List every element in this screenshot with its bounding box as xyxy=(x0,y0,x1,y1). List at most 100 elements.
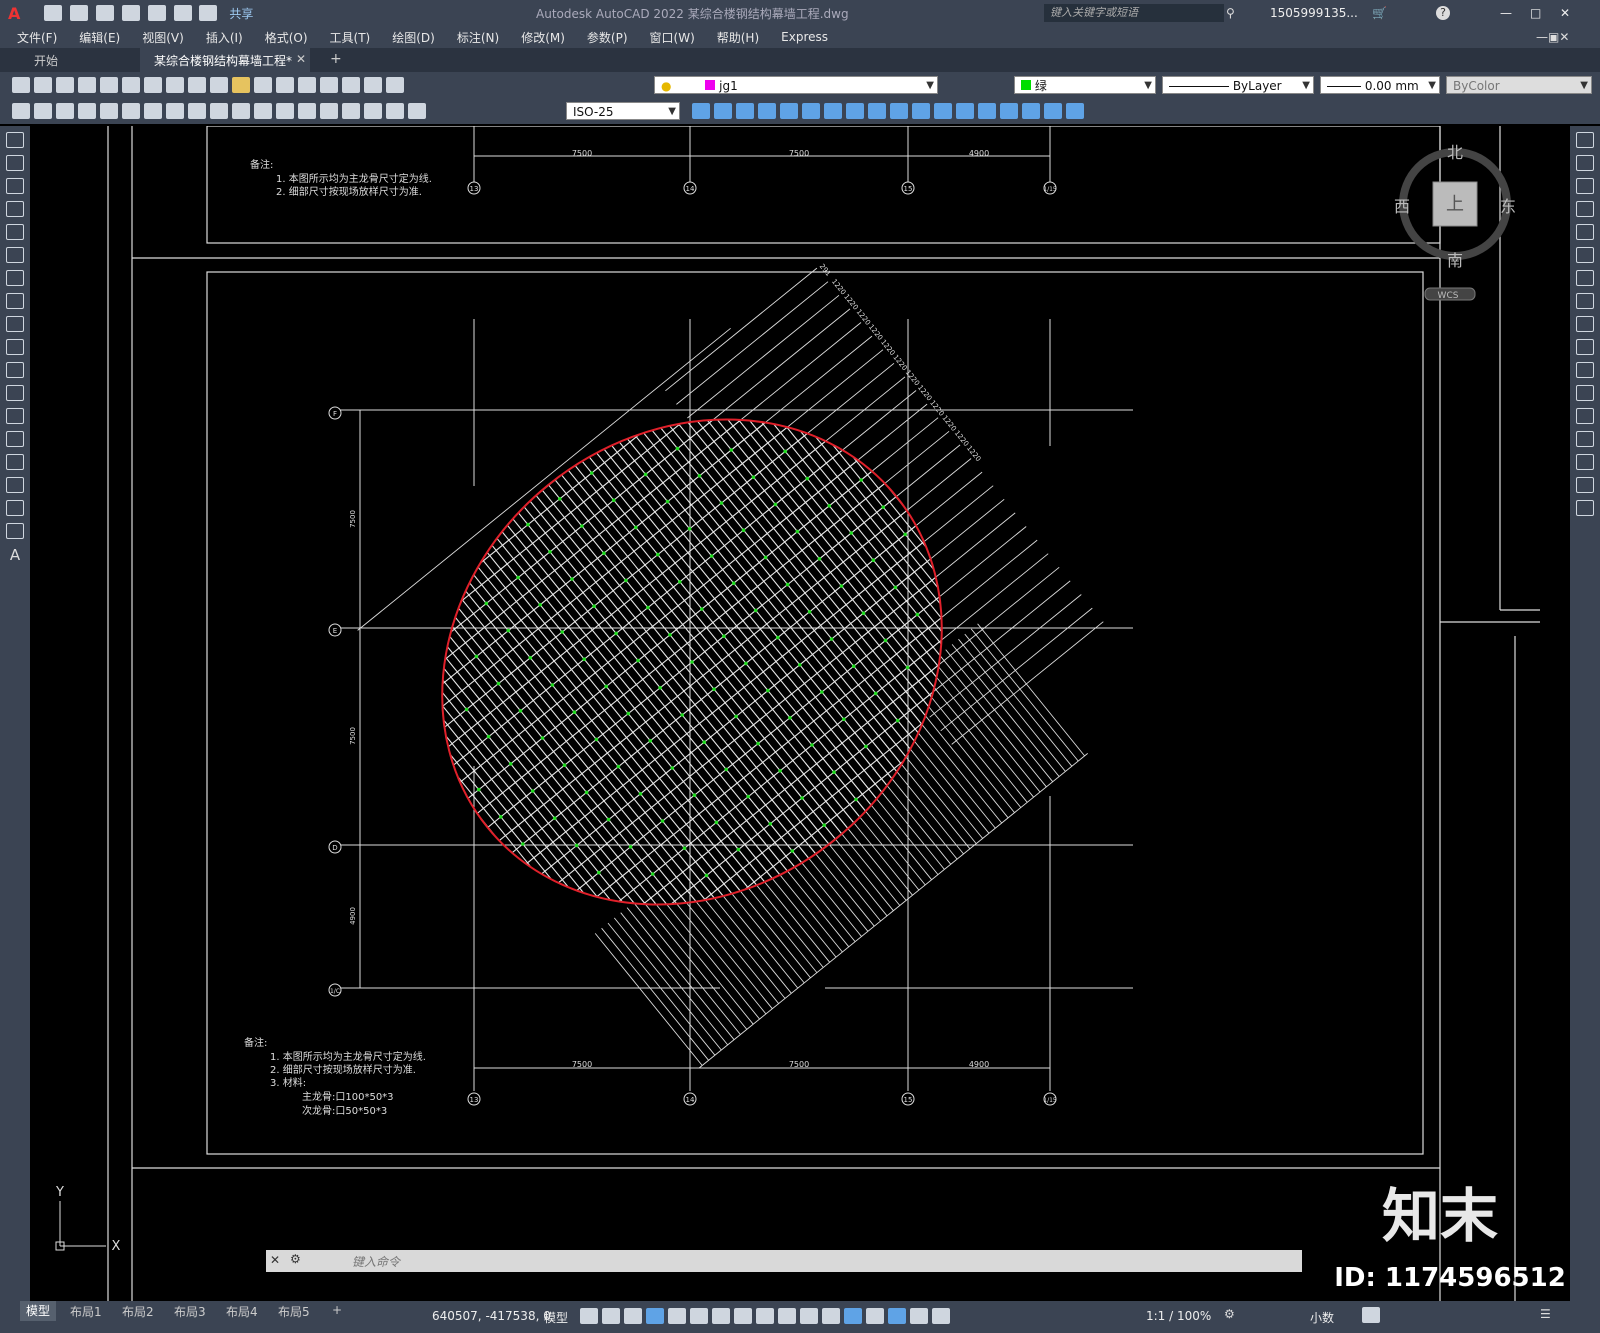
coordinates[interactable]: 640507, -417538, 0 xyxy=(432,1309,551,1323)
3dosnap-icon[interactable] xyxy=(822,1308,840,1324)
lineweight-dropdown[interactable]: 0.00 mm ▼ xyxy=(1320,76,1440,94)
workspace-icon[interactable]: ⚙ xyxy=(1224,1307,1235,1321)
chamfer-icon[interactable] xyxy=(978,103,996,119)
user-name[interactable]: 1505999135... xyxy=(1270,6,1358,20)
tool-palettes-icon[interactable] xyxy=(342,77,360,93)
selection-filter-icon[interactable] xyxy=(866,1308,884,1324)
layer-dropdown[interactable]: ● jg1 ▼ xyxy=(654,76,938,94)
menu-window[interactable]: 窗口(W) xyxy=(650,29,695,46)
gizmo-icon[interactable] xyxy=(888,1308,906,1324)
auto-scale-icon[interactable] xyxy=(932,1308,950,1324)
dim-break-icon[interactable] xyxy=(276,103,294,119)
add-layout-button[interactable]: + xyxy=(332,1303,342,1317)
viewcube[interactable] xyxy=(1399,148,1511,301)
matchprop-icon[interactable] xyxy=(210,77,228,93)
menu-tools[interactable]: 工具(T) xyxy=(330,29,371,46)
open-file-icon[interactable] xyxy=(34,77,52,93)
close-tab-icon[interactable]: ✕ xyxy=(296,52,306,66)
region-icon[interactable] xyxy=(6,500,24,516)
maximize-button[interactable]: □ xyxy=(1530,6,1541,20)
command-close-icon[interactable]: ✕ xyxy=(270,1253,280,1267)
drawing-canvas[interactable]: 7500 7500 4900 13 14 15 1/15 备注: 1. 本图所示… xyxy=(30,126,1570,1301)
restore-down-icon[interactable]: —▣✕ xyxy=(1536,30,1569,44)
polygon-icon[interactable] xyxy=(6,201,24,217)
layout-tab-1[interactable]: 布局1 xyxy=(70,1303,102,1320)
infer-icon[interactable] xyxy=(624,1308,642,1324)
quick-properties-icon[interactable] xyxy=(1362,1307,1380,1323)
dim-continue-icon[interactable] xyxy=(232,103,250,119)
open-icon[interactable] xyxy=(70,5,89,21)
snap-icon[interactable] xyxy=(602,1308,620,1324)
new-tab-button[interactable]: + xyxy=(330,51,342,67)
offset-icon[interactable] xyxy=(758,103,776,119)
polyline-icon[interactable] xyxy=(6,178,24,194)
new-icon[interactable] xyxy=(44,5,63,21)
dim-ordinate-icon[interactable] xyxy=(78,103,96,119)
fillet-side-icon[interactable] xyxy=(1576,454,1594,470)
center-mark-icon[interactable] xyxy=(320,103,338,119)
save-file-icon[interactable] xyxy=(56,77,74,93)
dim-angular-icon[interactable] xyxy=(166,103,184,119)
viewcube-west[interactable]: 西 xyxy=(1394,197,1410,216)
join-side-icon[interactable] xyxy=(1576,408,1594,424)
command-customize-icon[interactable]: ⚙ xyxy=(290,1252,301,1266)
layout-tab-2[interactable]: 布局2 xyxy=(122,1303,154,1320)
viewcube-north[interactable]: 北 xyxy=(1447,143,1463,162)
explode-icon[interactable] xyxy=(1022,103,1040,119)
rotate-icon[interactable] xyxy=(824,103,842,119)
explode-side-icon[interactable] xyxy=(1576,500,1594,516)
dim-baseline-icon[interactable] xyxy=(210,103,228,119)
transparency-icon[interactable] xyxy=(778,1308,796,1324)
ellipse-icon[interactable] xyxy=(6,339,24,355)
menu-modify[interactable]: 修改(M) xyxy=(521,29,565,46)
isodraft-icon[interactable] xyxy=(690,1308,708,1324)
lineweight-toggle-icon[interactable] xyxy=(756,1308,774,1324)
trim-side-icon[interactable] xyxy=(1576,339,1594,355)
text-to-front-icon[interactable] xyxy=(1066,103,1084,119)
layer-on-icon[interactable]: ● xyxy=(661,79,671,93)
gradient-icon[interactable] xyxy=(6,477,24,493)
extend-side-icon[interactable] xyxy=(1576,362,1594,378)
cut-icon[interactable] xyxy=(144,77,162,93)
array-icon[interactable] xyxy=(780,103,798,119)
stretch-icon[interactable] xyxy=(868,103,886,119)
dimstyle-dropdown[interactable]: ISO-25 ▼ xyxy=(566,102,680,120)
undo-icon[interactable] xyxy=(173,5,192,21)
tolerance-icon[interactable] xyxy=(298,103,316,119)
dim-text-edit-icon[interactable] xyxy=(386,103,404,119)
saveas-icon[interactable] xyxy=(121,5,140,21)
ellipse-arc-icon[interactable] xyxy=(6,362,24,378)
dim-space-icon[interactable] xyxy=(254,103,272,119)
spline-icon[interactable] xyxy=(6,316,24,332)
mirror-icon[interactable] xyxy=(736,103,754,119)
make-block-icon[interactable] xyxy=(6,408,24,424)
wcs-menu[interactable]: WCS xyxy=(1438,291,1459,301)
mirror-side-icon[interactable] xyxy=(1576,178,1594,194)
move-side-icon[interactable] xyxy=(1576,247,1594,263)
annotation-visibility-icon[interactable] xyxy=(910,1308,928,1324)
menu-express[interactable]: Express xyxy=(781,30,828,44)
layout-tab-3[interactable]: 布局3 xyxy=(174,1303,206,1320)
dim-edit-icon[interactable] xyxy=(364,103,382,119)
offset-side-icon[interactable] xyxy=(1576,201,1594,217)
osnap-icon[interactable] xyxy=(734,1308,752,1324)
pan-icon[interactable] xyxy=(232,77,250,93)
scale-icon[interactable] xyxy=(846,103,864,119)
polar-icon[interactable] xyxy=(668,1308,686,1324)
cart-icon[interactable]: 🛒 xyxy=(1372,6,1387,20)
help-icon[interactable]: ? xyxy=(1436,6,1450,20)
rectangle-icon[interactable] xyxy=(6,224,24,240)
design-center-icon[interactable] xyxy=(320,77,338,93)
erase-side-icon[interactable] xyxy=(1576,132,1594,148)
close-button[interactable]: ✕ xyxy=(1560,6,1570,20)
viewcube-top-label[interactable]: 上 xyxy=(1446,194,1464,215)
trim-icon[interactable] xyxy=(890,103,908,119)
blend-side-icon[interactable] xyxy=(1576,477,1594,493)
draworder-icon[interactable] xyxy=(1044,103,1062,119)
publish-icon[interactable] xyxy=(122,77,140,93)
table-icon[interactable] xyxy=(6,523,24,539)
join-icon[interactable] xyxy=(956,103,974,119)
help-tool-icon[interactable] xyxy=(386,77,404,93)
menu-parametric[interactable]: 参数(P) xyxy=(587,29,628,46)
zoom-window-icon[interactable] xyxy=(276,77,294,93)
